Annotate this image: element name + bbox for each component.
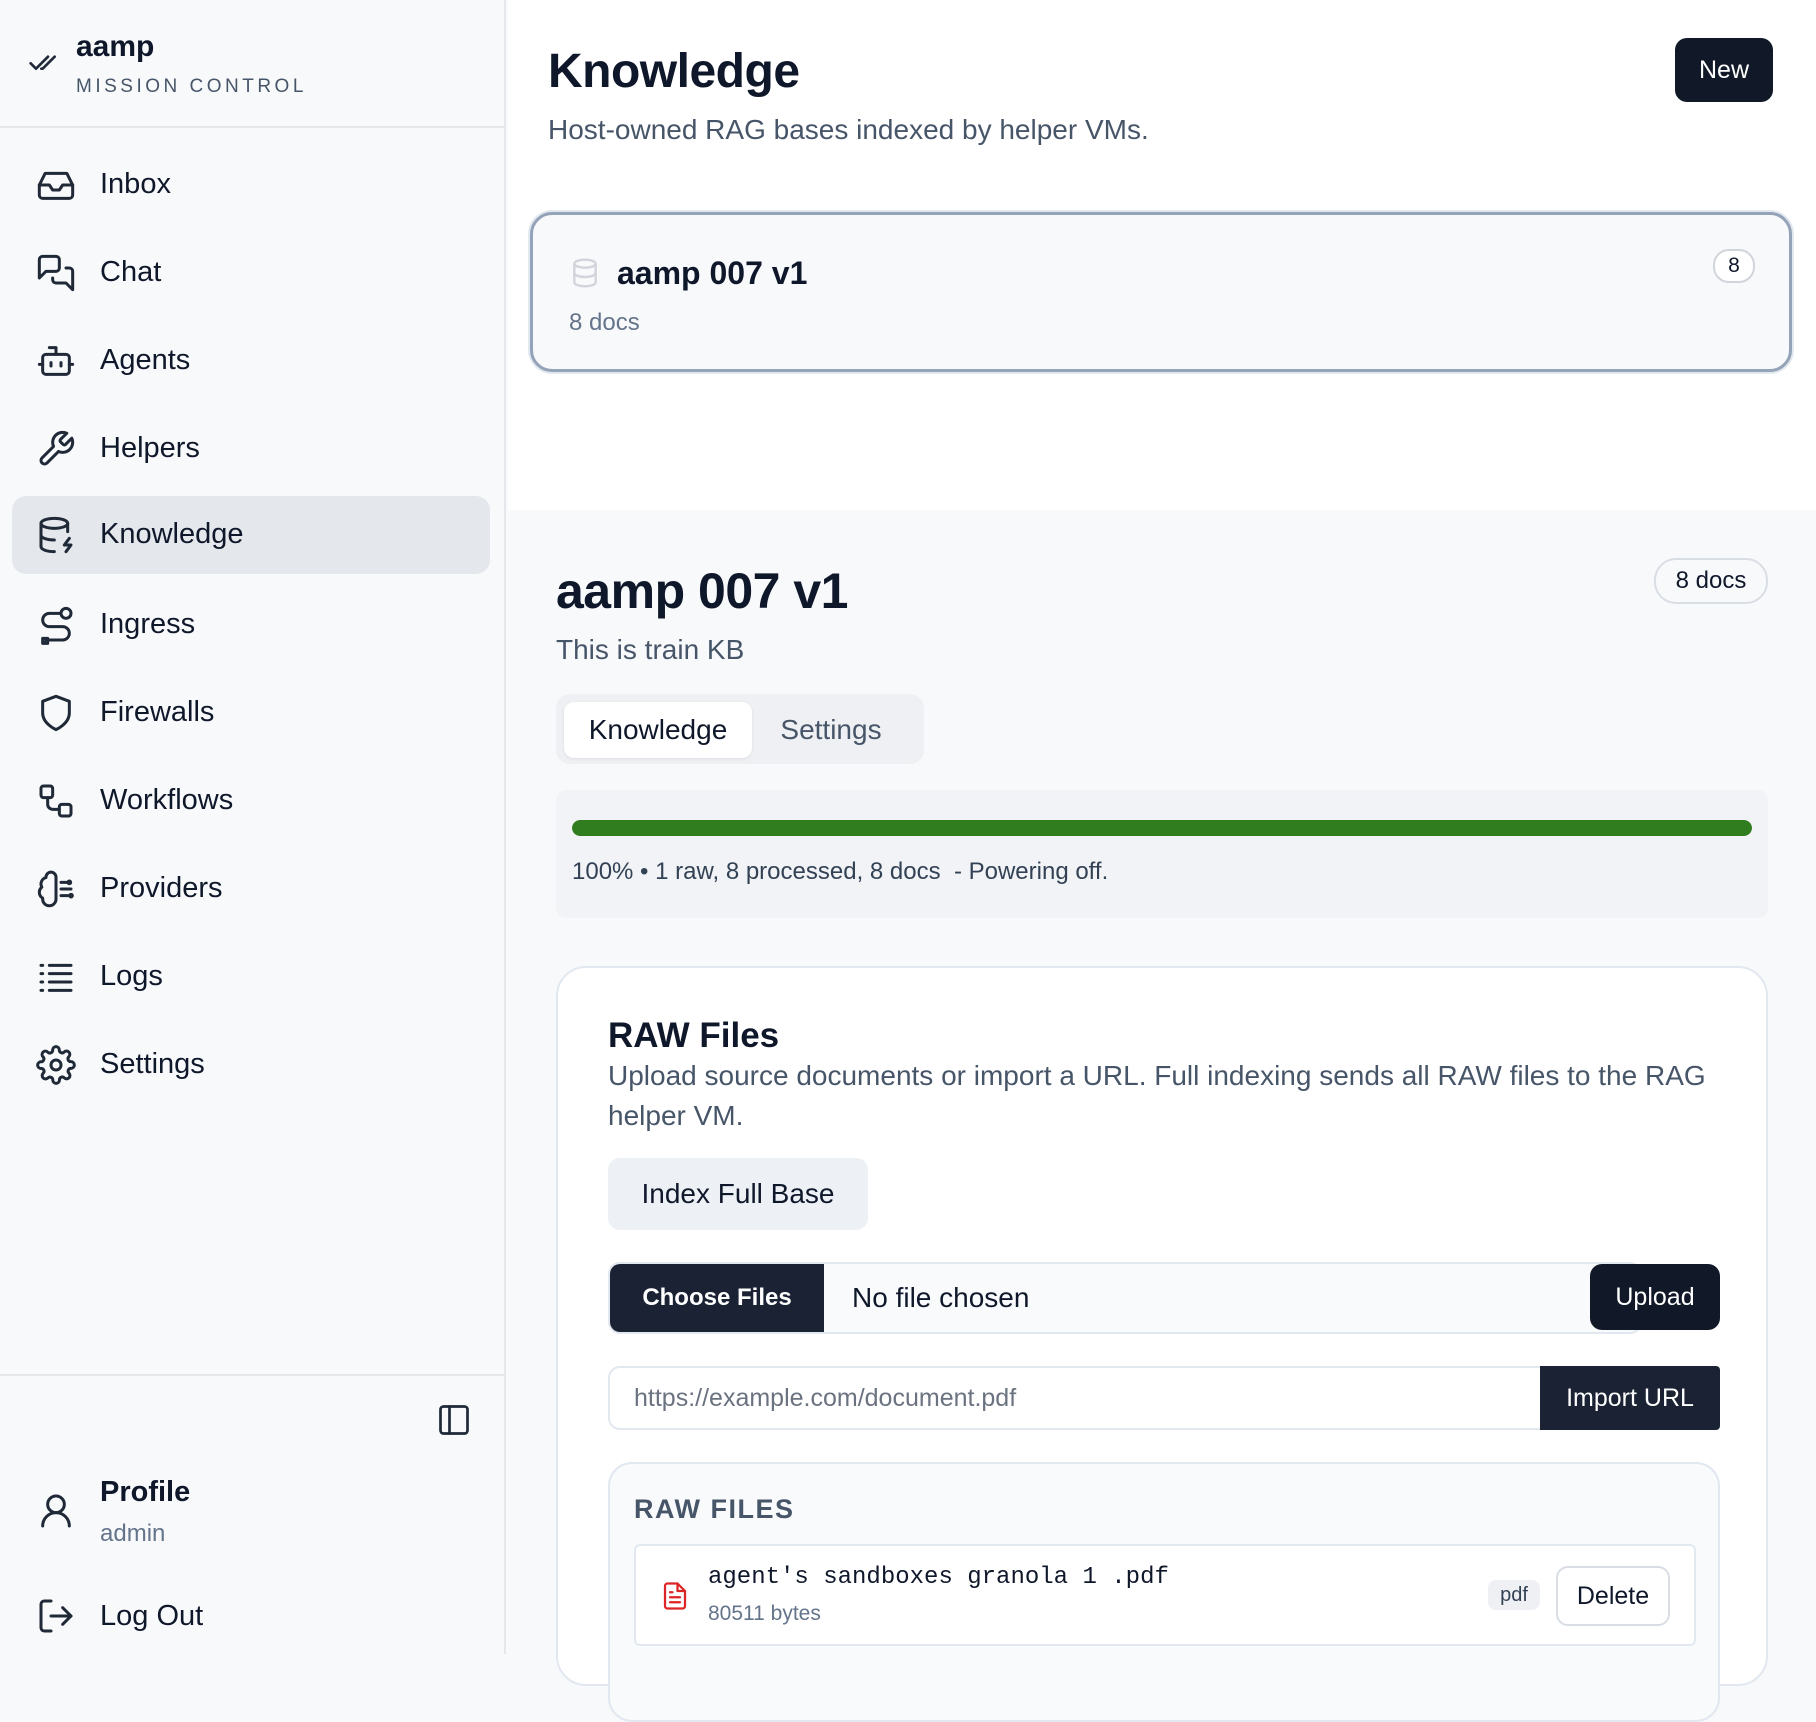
file-chooser-status: No file chosen	[852, 1282, 1030, 1313]
import-url-placeholder: https://example.com/document.pdf	[634, 1384, 1017, 1412]
sidebar-item-label: Agents	[100, 344, 191, 376]
import-url-button[interactable]: Import URL	[1540, 1366, 1720, 1430]
progress-bar-fill	[572, 820, 1752, 836]
kb-tabs: Knowledge Settings	[556, 694, 924, 764]
sidebar-item-label: Providers	[100, 872, 223, 904]
raw-files-description: Upload source documents or import a URL.…	[608, 1060, 1706, 1131]
sidebar-item-logs[interactable]: Logs	[12, 938, 490, 1016]
list-icon	[36, 957, 76, 997]
sidebar-item-firewalls[interactable]: Firewalls	[12, 674, 490, 752]
profile-name[interactable]: Profile	[100, 1476, 190, 1509]
sidebar-item-label: Ingress	[100, 608, 196, 640]
upload-button[interactable]: Upload	[1590, 1264, 1720, 1330]
profile-role: admin	[100, 1520, 166, 1547]
logout-icon[interactable]	[36, 1596, 76, 1636]
brand-subtitle: MISSION CONTROL	[76, 76, 307, 97]
sidebar-item-knowledge[interactable]: Knowledge	[12, 496, 490, 574]
sidebar: aamp MISSION CONTROL Inbox Chat Agents H…	[0, 0, 506, 1654]
route-icon	[36, 605, 76, 645]
page-title: Knowledge	[548, 45, 800, 98]
gear-icon	[36, 1045, 76, 1085]
sidebar-item-helpers[interactable]: Helpers	[12, 410, 490, 488]
brain-icon	[36, 869, 76, 909]
indexing-progress: 100% • 1 raw, 8 processed, 8 docs - Powe…	[556, 790, 1768, 918]
sidebar-item-agents[interactable]: Agents	[12, 322, 490, 400]
wrench-icon	[36, 429, 76, 469]
sidebar-item-label: Inbox	[100, 168, 171, 200]
raw-files-list: RAW FILES agent's sandboxes granola 1 .p…	[608, 1462, 1720, 1722]
database-icon	[36, 515, 76, 555]
sidebar-item-label: Helpers	[100, 432, 200, 464]
file-pdf-icon	[660, 1578, 690, 1614]
file-name: agent's sandboxes granola 1 .pdf	[708, 1564, 1169, 1591]
list-item: agent's sandboxes granola 1 .pdf 80511 b…	[634, 1544, 1696, 1646]
kb-detail-description: This is train KB	[556, 634, 745, 665]
kb-card-name: aamp 007 v1	[617, 255, 808, 291]
chat-icon	[36, 253, 76, 293]
sidebar-item-ingress[interactable]: Ingress	[12, 586, 490, 664]
sidebar-item-workflows[interactable]: Workflows	[12, 762, 490, 840]
page-subtitle: Host-owned RAG bases indexed by helper V…	[548, 114, 1149, 145]
brand: aamp MISSION CONTROL	[0, 0, 504, 128]
sidebar-collapse-icon[interactable]	[436, 1402, 472, 1438]
kb-card[interactable]: aamp 007 v1 8 docs 8	[530, 212, 1792, 372]
sidebar-divider	[0, 1374, 504, 1376]
raw-files-title: RAW Files	[608, 1016, 780, 1055]
database-icon	[569, 257, 601, 289]
sidebar-item-label: Firewalls	[100, 696, 215, 728]
sidebar-item-chat[interactable]: Chat	[12, 234, 490, 312]
double-check-icon	[28, 46, 60, 78]
user-icon[interactable]	[36, 1491, 76, 1531]
file-chooser[interactable]: Choose Files No file chosen	[608, 1262, 1642, 1334]
tab-knowledge[interactable]: Knowledge	[564, 702, 752, 758]
kb-detail-title: aamp 007 v1	[556, 563, 848, 619]
shield-icon	[36, 693, 76, 733]
delete-button[interactable]: Delete	[1556, 1566, 1670, 1626]
import-url-input[interactable]: https://example.com/document.pdf	[608, 1366, 1540, 1430]
sidebar-item-providers[interactable]: Providers	[12, 850, 490, 928]
inbox-icon	[36, 165, 76, 205]
sidebar-item-label: Logs	[100, 960, 163, 992]
raw-files-list-header: RAW FILES	[634, 1494, 795, 1524]
brand-name: aamp	[76, 30, 155, 63]
progress-bar	[572, 820, 1752, 836]
sidebar-item-label: Settings	[100, 1048, 205, 1080]
kb-card-docs: 8 docs	[569, 309, 640, 336]
sidebar-item-inbox[interactable]: Inbox	[12, 146, 490, 224]
sidebar-item-label: Workflows	[100, 784, 234, 816]
knowledge-header-section: Knowledge Host-owned RAG bases indexed b…	[508, 0, 1816, 510]
docs-count-badge: 8 docs	[1654, 558, 1768, 604]
workflow-icon	[36, 781, 76, 821]
file-type-badge: pdf	[1488, 1580, 1540, 1610]
new-button[interactable]: New	[1675, 38, 1773, 102]
file-size: 80511 bytes	[708, 1602, 821, 1625]
bot-icon	[36, 341, 76, 381]
sidebar-item-settings[interactable]: Settings	[12, 1026, 490, 1104]
index-full-base-button[interactable]: Index Full Base	[608, 1158, 868, 1230]
raw-files-card: RAW Files Upload source documents or imp…	[556, 966, 1768, 1722]
kb-card-count-badge: 8	[1713, 249, 1755, 283]
sidebar-item-label: Chat	[100, 256, 162, 288]
tab-settings[interactable]: Settings	[766, 702, 896, 758]
progress-status-text: 100% • 1 raw, 8 processed, 8 docs - Powe…	[572, 858, 1109, 885]
choose-files-button[interactable]: Choose Files	[610, 1264, 824, 1332]
sidebar-item-label: Knowledge	[100, 518, 244, 550]
logout-button[interactable]: Log Out	[100, 1600, 203, 1633]
